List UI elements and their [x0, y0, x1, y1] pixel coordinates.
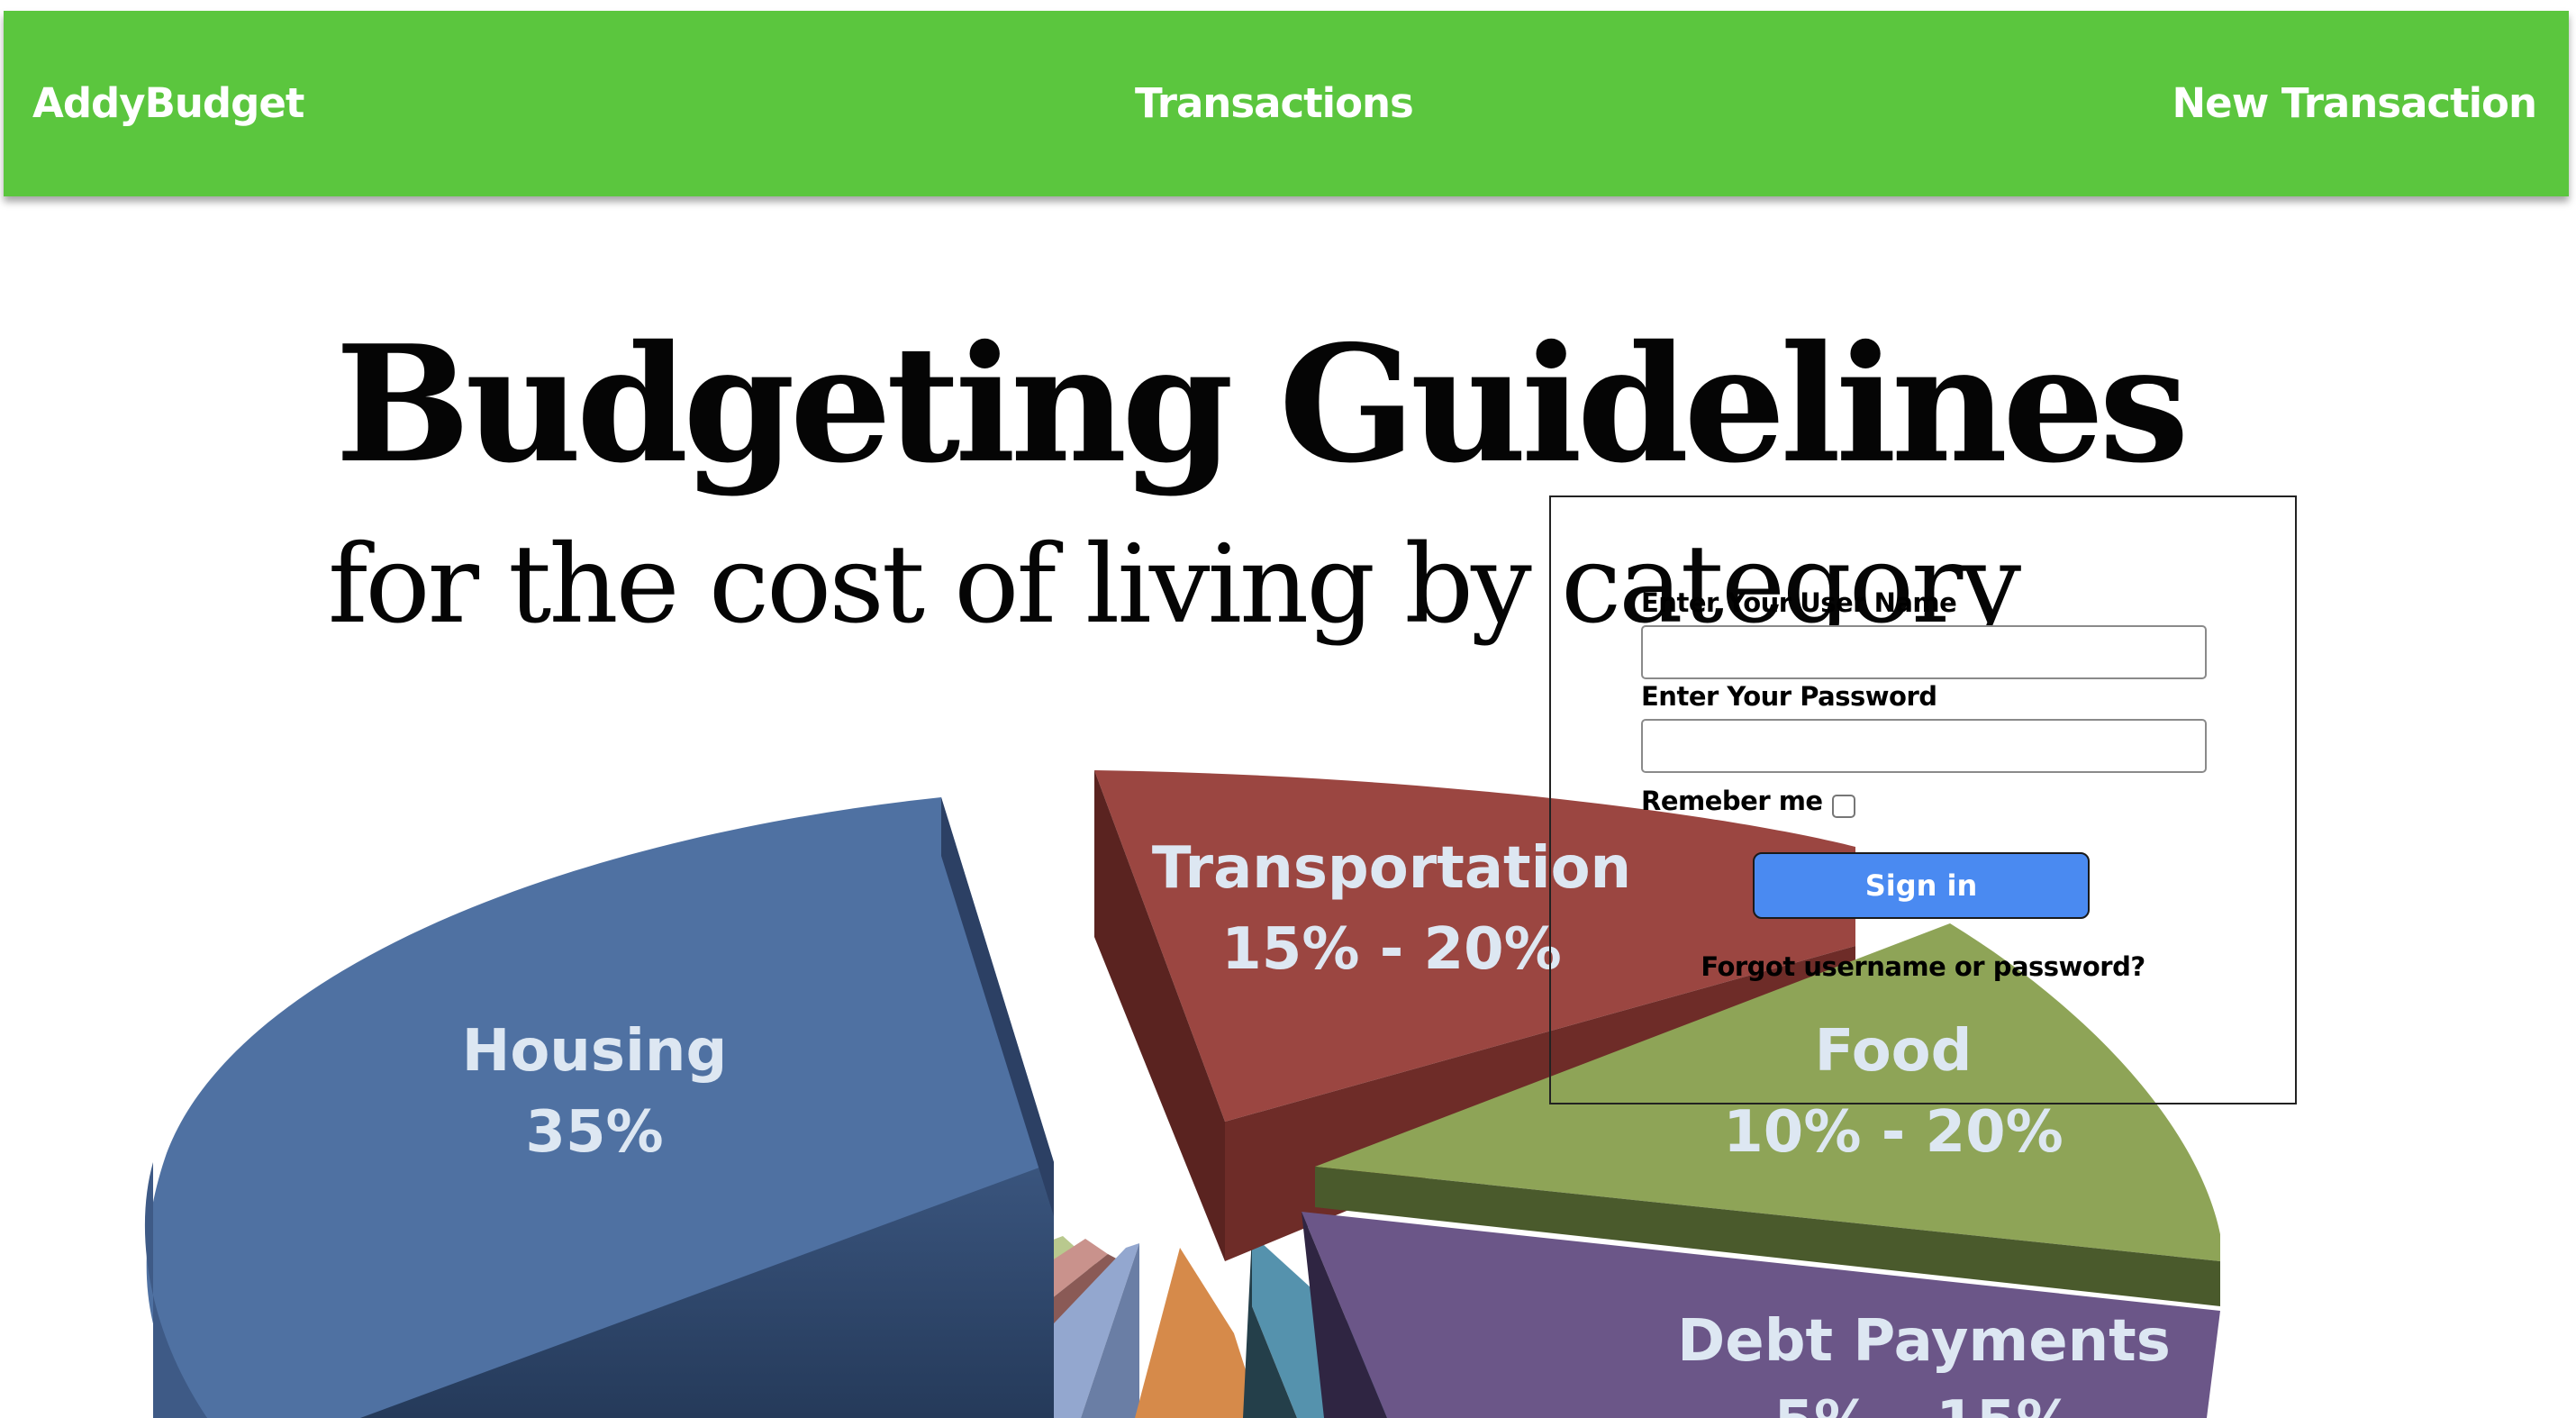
transportation-range: 15% - 20% — [1221, 916, 1562, 983]
page: Budgeting Guidelines for the cost of liv… — [0, 0, 2576, 1418]
remember-me-checkbox[interactable] — [1832, 795, 1855, 818]
housing-range: 35% — [525, 1099, 663, 1166]
forgot-credentials-link[interactable]: Forgot username or password? — [1551, 951, 2295, 982]
debt-range: 5% - 15% — [1774, 1389, 2074, 1418]
brand-link[interactable]: AddyBudget — [32, 11, 304, 196]
debt-label: Debt Payments — [1677, 1308, 2171, 1375]
remember-me-label: Remeber me — [1641, 786, 1823, 816]
login-form: Enter Your User Name Enter Your Password… — [1549, 495, 2297, 1104]
top-navbar: AddyBudget Transactions New Transaction — [4, 11, 2569, 196]
password-input[interactable] — [1641, 719, 2207, 773]
food-range: 10% - 20% — [1723, 1099, 2064, 1166]
password-label: Enter Your Password — [1641, 681, 1937, 712]
sign-in-button[interactable]: Sign in — [1753, 852, 2090, 919]
nav-transactions-link[interactable]: Transactions — [1135, 11, 1414, 196]
nav-new-transaction-link[interactable]: New Transaction — [2172, 11, 2537, 196]
housing-label: Housing — [462, 1018, 728, 1085]
username-label: Enter Your User Name — [1641, 587, 1957, 618]
username-input[interactable] — [1641, 625, 2207, 679]
